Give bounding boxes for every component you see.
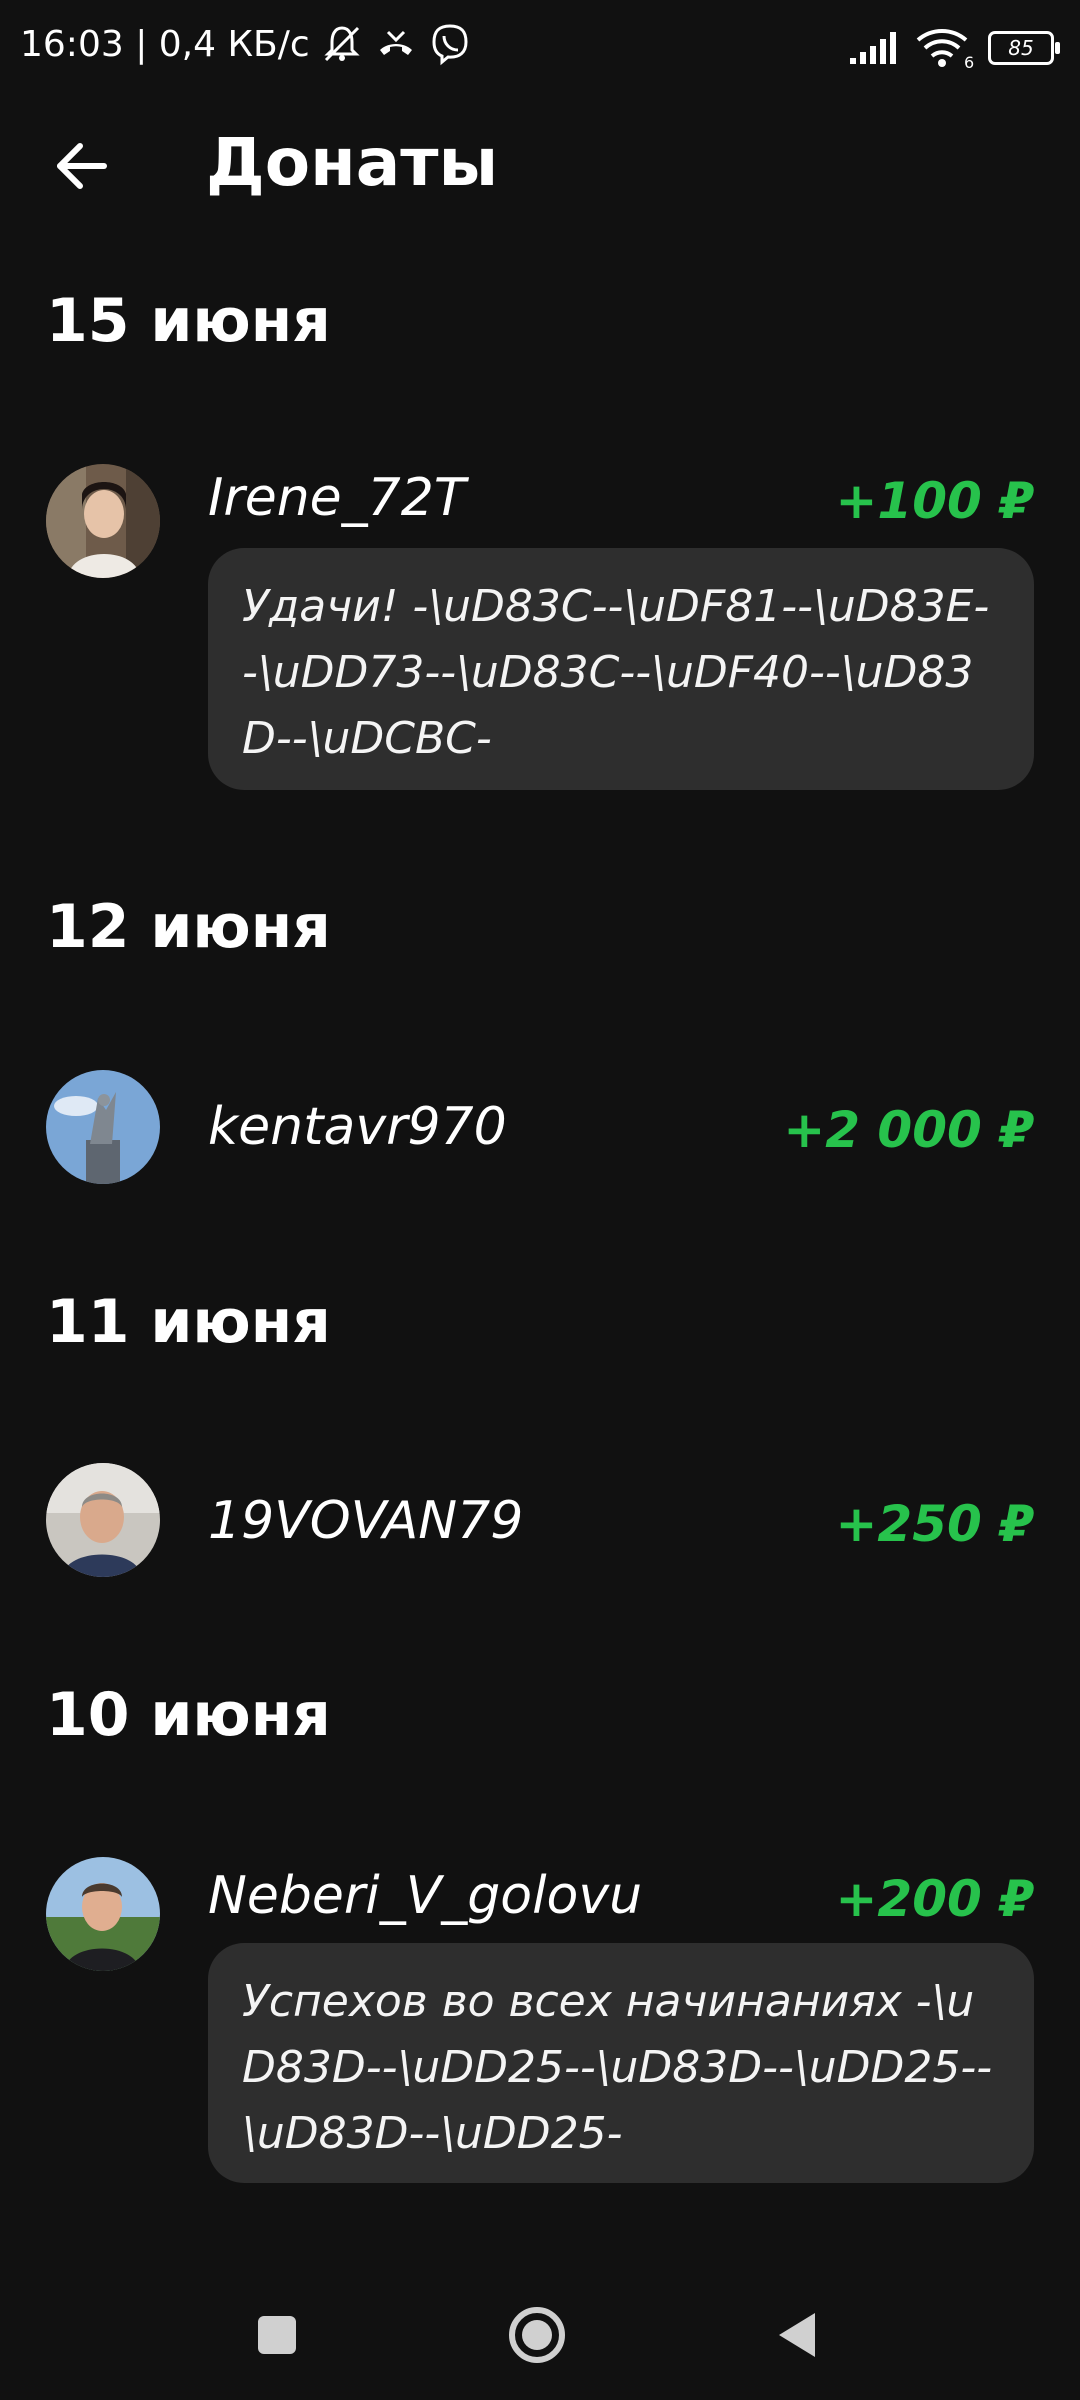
signal-icon	[850, 32, 896, 64]
donation-amount: +2 000 ₽	[783, 1101, 1034, 1159]
donation-amount: +200 ₽	[835, 1870, 1034, 1928]
avatar[interactable]	[46, 1463, 160, 1577]
status-left: 16:03 | 0,4 КБ/с	[20, 22, 472, 66]
donor-name: 19VOVAN79	[208, 1491, 524, 1551]
status-time-speed: 16:03 | 0,4 КБ/с	[20, 23, 310, 65]
nav-back-button[interactable]	[762, 2300, 832, 2370]
date-heading: 12 июня	[46, 892, 331, 962]
donor-name: Neberi_V_golovu	[208, 1866, 643, 1926]
donor-name: Irene_72T	[208, 468, 466, 528]
donation-message: Удачи! -\uD83C--\uDF81--\uD83E--\uDD73--…	[208, 548, 1034, 790]
date-heading: 11 июня	[46, 1287, 331, 1357]
circle-icon	[509, 2307, 565, 2363]
status-right: 6 85	[848, 26, 1060, 70]
avatar[interactable]	[46, 1857, 160, 1971]
avatar-photo	[46, 1463, 160, 1577]
home-button[interactable]	[502, 2300, 572, 2370]
avatar-photo	[46, 1857, 160, 1971]
date-heading: 15 июня	[46, 286, 331, 356]
wifi-icon: 6	[916, 29, 974, 70]
recents-button[interactable]	[242, 2300, 312, 2370]
page-title: Донаты	[206, 124, 499, 201]
avatar[interactable]	[46, 1070, 160, 1184]
missed-call-icon	[379, 30, 412, 55]
date-heading: 10 июня	[46, 1680, 331, 1750]
app-header: Донаты	[0, 110, 1080, 220]
battery-level: 85	[1008, 36, 1034, 60]
muted-bell-icon	[324, 26, 360, 62]
avatar-photo	[46, 1070, 160, 1184]
square-icon	[258, 2316, 296, 2354]
system-nav-bar	[0, 2270, 1080, 2400]
battery-indicator: 85	[988, 31, 1060, 65]
wifi-label: 6	[964, 53, 974, 70]
arrow-left-icon	[57, 143, 107, 189]
donation-amount: +100 ₽	[835, 472, 1034, 530]
viber-icon	[432, 24, 468, 66]
donation-message: Успехов во всех начинаниях -\uD83D--\uDD…	[208, 1943, 1034, 2183]
status-bar: 16:03 | 0,4 КБ/с 6 85	[0, 0, 1080, 100]
donor-name: kentavr970	[208, 1097, 507, 1157]
avatar-photo	[46, 464, 160, 578]
avatar[interactable]	[46, 464, 160, 578]
triangle-back-icon	[779, 2313, 815, 2357]
donation-amount: +250 ₽	[835, 1495, 1034, 1553]
back-button[interactable]	[46, 130, 118, 202]
